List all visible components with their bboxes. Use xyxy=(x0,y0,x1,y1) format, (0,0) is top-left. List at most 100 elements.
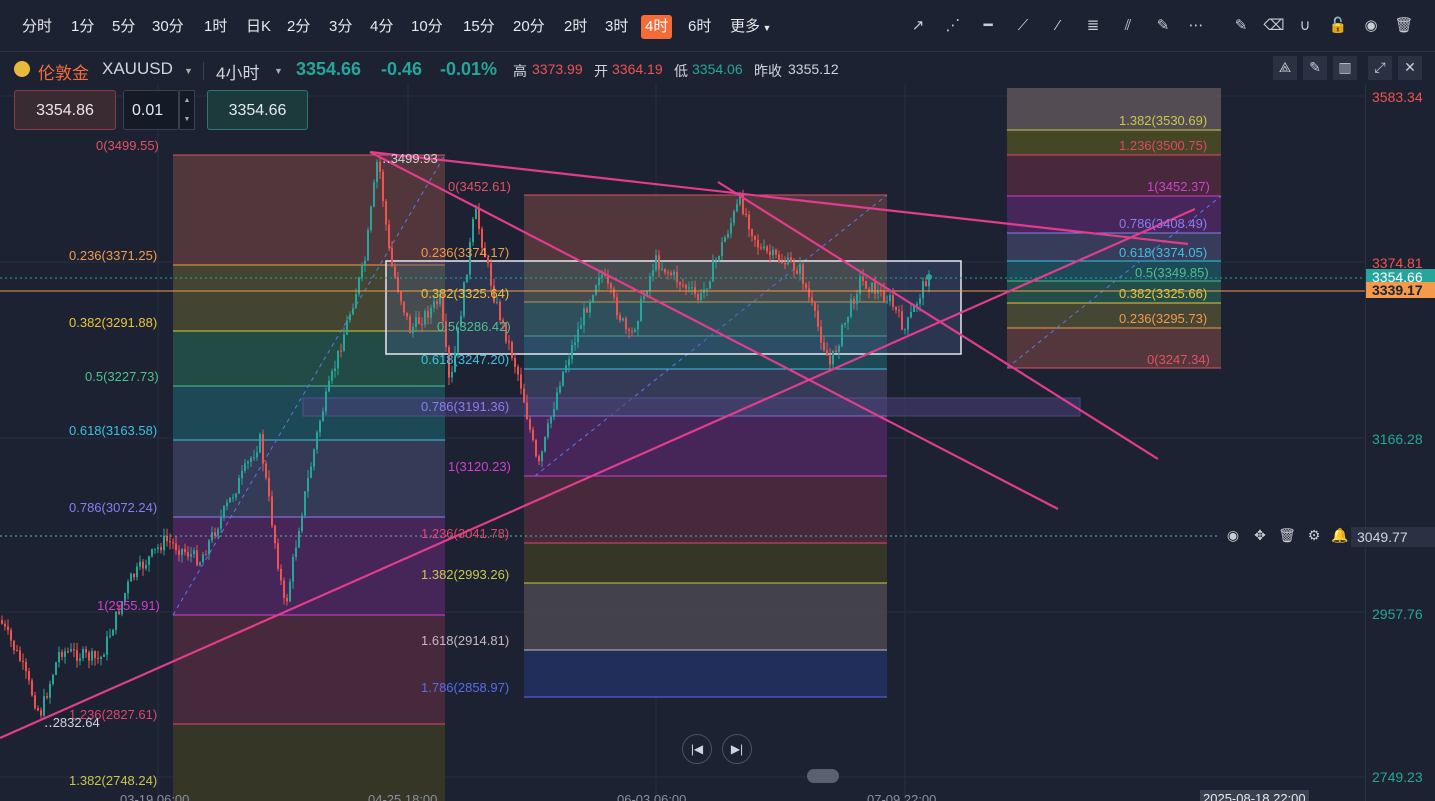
candle-body xyxy=(424,311,426,325)
candle-body xyxy=(232,497,234,499)
candle-body xyxy=(472,219,474,243)
settings-gear-icon[interactable]: ⚙ xyxy=(1302,524,1326,548)
candle-body xyxy=(145,564,147,569)
tf-1h[interactable]: 1时 xyxy=(200,15,231,39)
candle-body xyxy=(640,298,642,322)
tf-more[interactable]: 更多 ▼ xyxy=(726,15,775,39)
eye-icon[interactable]: ◉ xyxy=(1359,14,1383,38)
candle-body xyxy=(607,276,609,284)
candle-body xyxy=(274,525,276,544)
candle-body xyxy=(919,298,921,304)
horizontal-line-icon[interactable]: ━ xyxy=(976,14,1000,38)
candle-body xyxy=(748,214,750,230)
tf-2h[interactable]: 2时 xyxy=(560,15,591,39)
candle-body xyxy=(115,611,117,630)
tf-4m[interactable]: 4分 xyxy=(366,15,397,39)
quantity-stepper[interactable]: ▲ ▼ xyxy=(179,90,195,130)
tf-fenshi[interactable]: 分时 xyxy=(18,15,56,39)
indicator-icon[interactable]: ⟁ xyxy=(1273,56,1297,80)
tf-20m[interactable]: 20分 xyxy=(509,15,549,39)
support-zone[interactable] xyxy=(302,397,1081,417)
sell-button[interactable]: 3354.86 xyxy=(14,90,116,130)
candle-body xyxy=(571,344,573,360)
candle-type-icon[interactable]: ▥ xyxy=(1333,56,1357,80)
candle-body xyxy=(184,548,186,553)
buy-button[interactable]: 3354.66 xyxy=(207,90,308,130)
fullscreen-icon[interactable]: ⤢ xyxy=(1368,56,1392,80)
candle-body xyxy=(259,434,261,453)
tf-3h[interactable]: 3时 xyxy=(601,15,632,39)
open-label: 开 xyxy=(594,63,608,79)
tf-30m[interactable]: 30分 xyxy=(148,15,188,39)
brush-icon[interactable]: ⁄ xyxy=(1046,14,1070,38)
time-label: 03-19 06:00 xyxy=(120,792,190,801)
candle-body xyxy=(700,292,702,300)
tf-5m[interactable]: 5分 xyxy=(108,15,139,39)
polyline-icon[interactable]: ⟋ xyxy=(1011,14,1035,38)
close-icon[interactable]: ✕ xyxy=(1398,56,1422,80)
fib1-level: 0.786(3072.24) xyxy=(69,500,158,515)
exchange-name: 伦敦金 xyxy=(38,64,89,83)
fibonacci-icon[interactable]: ≣ xyxy=(1081,14,1105,38)
delete-line-icon[interactable]: 🗑 xyxy=(1275,524,1299,548)
price-tick: 3166.28 xyxy=(1372,431,1423,447)
tf-4h[interactable]: 4时 xyxy=(641,15,673,39)
candle-body xyxy=(238,478,240,494)
pencil-icon[interactable]: ✎ xyxy=(1151,14,1175,38)
symbol-caret-icon[interactable]: ▼ xyxy=(184,66,193,76)
step-forward-icon[interactable]: ▶| xyxy=(722,734,752,764)
symbol-code[interactable]: XAUUSD xyxy=(102,59,173,79)
tf-2m[interactable]: 2分 xyxy=(283,15,314,39)
interval-label[interactable]: 4小时 xyxy=(216,59,259,84)
prev-close-label: 昨收 xyxy=(754,63,782,79)
tf-10m[interactable]: 10分 xyxy=(407,15,447,39)
candle-body xyxy=(817,310,819,327)
candle-body xyxy=(250,457,252,462)
move-icon[interactable]: ✥ xyxy=(1248,524,1272,548)
drawing-edit-icon[interactable]: ✎ xyxy=(1303,56,1327,80)
candle-body xyxy=(154,548,156,550)
candle-body xyxy=(727,233,729,238)
candle-body xyxy=(76,650,78,661)
scroll-handle[interactable] xyxy=(807,769,839,783)
candle-body xyxy=(208,540,210,555)
candle-body xyxy=(319,420,321,433)
candle-body xyxy=(253,457,255,459)
fib3-level: 0.786(3408.49) xyxy=(1119,216,1208,231)
candle-body xyxy=(436,301,438,305)
candle-body xyxy=(52,674,54,684)
trash-icon[interactable]: 🗑 xyxy=(1392,14,1416,38)
candle-body xyxy=(835,350,837,352)
tf-1m[interactable]: 1分 xyxy=(67,15,98,39)
candle-body xyxy=(415,317,417,327)
fib3-level: 1.236(3500.75) xyxy=(1119,138,1208,153)
candle-body xyxy=(616,297,618,316)
candle-body xyxy=(322,411,324,421)
eraser-icon[interactable]: ⌫ xyxy=(1262,14,1286,38)
tf-6h[interactable]: 6时 xyxy=(684,15,715,39)
candle-body xyxy=(925,281,927,287)
candle-body xyxy=(175,543,177,551)
tf-3m[interactable]: 3分 xyxy=(325,15,356,39)
arrow-line-icon[interactable]: ↗ xyxy=(906,14,930,38)
interval-caret-icon[interactable]: ▼ xyxy=(274,66,283,76)
dashed-line-icon[interactable]: ⋰ xyxy=(941,14,965,38)
chart-area[interactable]: 0(3499.55) 0.236(3371.25) 0.382(3291.88)… xyxy=(0,84,1365,801)
tf-1d[interactable]: 日K xyxy=(242,15,275,39)
more-dots-icon[interactable]: ⋯ xyxy=(1184,14,1208,38)
magnet-icon[interactable]: ∪ xyxy=(1293,14,1317,38)
quantity-input[interactable]: 0.01 xyxy=(123,90,179,130)
candle-body xyxy=(28,671,30,681)
lock-icon[interactable]: 🔓 xyxy=(1326,14,1350,38)
tf-15m[interactable]: 15分 xyxy=(459,15,499,39)
edit-icon[interactable]: ✎ xyxy=(1229,14,1253,38)
visibility-eye-icon[interactable]: ◉ xyxy=(1221,524,1245,548)
bell-icon[interactable]: 🔔 xyxy=(1328,524,1352,548)
candle-body xyxy=(136,566,138,578)
step-back-icon[interactable]: |◀ xyxy=(682,734,712,764)
price-scale[interactable]: 3583.34 3374.81 3354.66 3339.17 3166.28 … xyxy=(1351,84,1435,801)
fan-icon[interactable]: ⫽ xyxy=(1116,14,1140,38)
candle-body xyxy=(31,680,33,696)
candle-body xyxy=(529,419,531,430)
trading-app: 分时 1分 5分 30分 1时 日K 2分 3分 4分 10分 15分 20分 … xyxy=(0,0,1435,801)
